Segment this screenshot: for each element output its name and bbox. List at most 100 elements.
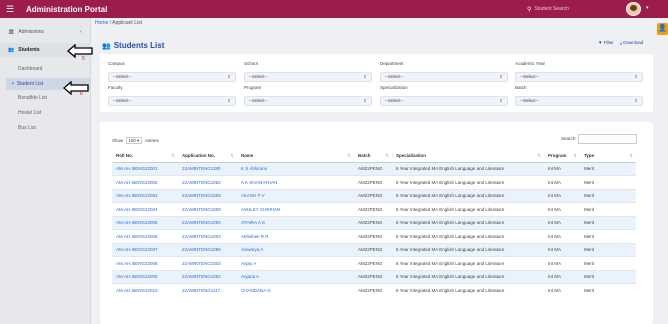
- table-row[interactable]: AM.AH.I5ENG22006 22AMINTENG1004 Abhishek R…: [112, 229, 636, 243]
- entries-label: entries: [145, 138, 159, 143]
- sidebar-item-label: Admissions: [18, 29, 44, 35]
- table-cell[interactable]: K S Abhirami: [237, 161, 354, 176]
- sidebar-item-dashboard[interactable]: Dashboard: [18, 66, 42, 72]
- table-cell[interactable]: ATHIRA A S: [237, 215, 354, 230]
- table-cell: 5 Year Integrated MA English Language an…: [392, 161, 544, 176]
- table-cell: 5 Year Integrated MA English Language an…: [392, 215, 544, 230]
- faculty-label: Faculty: [108, 85, 123, 90]
- select-arrows-icon: ⇕: [227, 98, 231, 103]
- table-cell[interactable]: AM.AH.I5ENG22004: [112, 202, 178, 216]
- table-cell: Int MA: [544, 202, 580, 216]
- table-cell[interactable]: 22AMINTENG1062: [178, 175, 237, 189]
- table-cell[interactable]: 22AMINTENG1086: [178, 242, 237, 257]
- user-add-button[interactable]: 👤: [657, 23, 668, 35]
- table-cell[interactable]: AM.AH.I5ENG22006: [112, 229, 178, 243]
- column-label: Batch: [358, 153, 371, 159]
- filter-button[interactable]: ▼ Filter: [598, 40, 614, 45]
- students-table: Roll No. ⇅ Application No. ⇅ Name ⇅ Batch ⇅ …: [112, 150, 636, 297]
- table-cell[interactable]: AM.AH.I5ENG22010: [112, 283, 178, 297]
- table-row[interactable]: AM.AH.I5ENG22005 22AMINTENG1090 ATHIRA A S…: [112, 215, 636, 230]
- table-cell[interactable]: AM.AH.I5ENG22002: [112, 175, 178, 189]
- table-cell: 5 Year Integrated MA English Language an…: [392, 202, 544, 216]
- program-select[interactable]: --Select-- ⇕: [244, 96, 372, 106]
- table-cell[interactable]: CHANDANA G: [237, 283, 354, 297]
- select-arrows-icon: ⇕: [634, 74, 638, 79]
- table-row[interactable]: AM.AH.I5ENG22004 22AMINTENG1008 ASHLEY CHE…: [112, 202, 636, 216]
- table-cell[interactable]: AM.AH.I5ENG22003: [112, 188, 178, 203]
- column-header-application-no[interactable]: Application No. ⇅: [178, 150, 237, 163]
- table-header-row: Roll No. ⇅ Application No. ⇅ Name ⇅ Batch ⇅ …: [112, 150, 636, 163]
- column-label: Roll No.: [116, 153, 133, 159]
- table-row[interactable]: AM.AH.I5ENG22002 22AMINTENG1062 A K SIVANA…: [112, 175, 636, 189]
- table-cell: 5 Year Integrated MA English Language an…: [392, 229, 544, 243]
- sidebar-item-bonafide-list[interactable]: Bonafide List: [18, 95, 47, 101]
- table-cell[interactable]: 22AMINTENG1003: [178, 256, 237, 270]
- table-row[interactable]: AM.AH.I5ENG22003 22AMINTENG1009 AKASH P VA…: [112, 188, 636, 203]
- select-arrows-icon: ⇕: [499, 74, 503, 79]
- table-cell[interactable]: Anjana A: [237, 269, 354, 284]
- department-select[interactable]: --Select-- ⇕: [380, 72, 508, 82]
- table-cell[interactable]: Abhishek R R: [237, 229, 354, 243]
- table-search-input[interactable]: [578, 134, 637, 144]
- annotation-arrow-5: [67, 44, 93, 58]
- download-button[interactable]: ⤓ Download: [620, 40, 643, 45]
- table-cell[interactable]: 22AMINTENG1009: [178, 188, 237, 203]
- table-cell[interactable]: 22AMINTENG1090: [178, 215, 237, 230]
- academic-year-select[interactable]: --Select-- ⇕: [515, 72, 643, 82]
- school-select[interactable]: --Select-- ⇕: [244, 72, 372, 82]
- sidebar-item-bus-list[interactable]: Bus List: [18, 125, 36, 131]
- batch-select[interactable]: --Select-- ⇕: [515, 96, 643, 106]
- table-cell[interactable]: 22AMINTENG1117: [178, 283, 237, 297]
- column-header-name[interactable]: Name ⇅: [237, 150, 354, 163]
- column-header-batch[interactable]: Batch ⇅: [354, 150, 392, 163]
- users-icon: 👥: [8, 47, 15, 53]
- faculty-select[interactable]: --Select-- ⇕: [108, 96, 236, 106]
- table-cell[interactable]: 22AMINTENG1004: [178, 229, 237, 243]
- table-cell: AM22PENG: [354, 283, 392, 297]
- search-label: Search:: [561, 136, 577, 141]
- column-header-specialization[interactable]: Specialization ⇅: [392, 150, 544, 163]
- table-cell[interactable]: Anjay A: [237, 256, 354, 270]
- avatar[interactable]: [626, 2, 641, 16]
- table-cell[interactable]: AM.AH.I5ENG22007: [112, 242, 178, 257]
- select-arrows-icon: ⇕: [363, 74, 367, 79]
- table-cell[interactable]: AM.AH.I5ENG22008: [112, 256, 178, 270]
- table-cell: Int MA: [544, 256, 580, 270]
- table-cell[interactable]: AM.AH.I5ENG22009: [112, 269, 178, 284]
- table-cell[interactable]: ASHLEY CHERIAN: [237, 202, 354, 216]
- table-cell[interactable]: AM.AH.I5ENG22005: [112, 215, 178, 230]
- table-cell[interactable]: 22AMINTENG1008: [178, 202, 237, 216]
- table-cell[interactable]: 22AMINTENG1054: [178, 269, 237, 284]
- specialization-select[interactable]: --Select-- ⇕: [380, 96, 508, 106]
- table-cell: AM22PENG: [354, 161, 392, 176]
- top-bar: ☰ Administration Portal ⚲ Student Search…: [0, 0, 668, 18]
- sidebar-item-hostel-list[interactable]: Hostel List: [18, 110, 41, 116]
- table-cell[interactable]: 22AMINTENG1180: [178, 161, 237, 176]
- search-icon: ⚲: [527, 6, 532, 13]
- breadcrumb-home[interactable]: Home: [95, 20, 108, 26]
- column-label: Application No.: [182, 153, 215, 159]
- menu-icon[interactable]: ☰: [6, 4, 22, 14]
- column-header-roll-no[interactable]: Roll No. ⇅: [112, 150, 178, 163]
- table-cell[interactable]: Aiswarya A: [237, 242, 354, 257]
- column-header-program[interactable]: Program ⇅: [544, 150, 580, 163]
- table-row[interactable]: AM.AH.I5ENG22008 22AMINTENG1003 Anjay A AM2…: [112, 256, 636, 270]
- table-cell: Merit: [580, 256, 636, 270]
- table-cell[interactable]: AM.AH.I5ENG22001: [112, 161, 178, 176]
- table-cell[interactable]: AKASH P V: [237, 188, 354, 203]
- campus-select[interactable]: --Select-- ⇕: [108, 72, 236, 82]
- student-search[interactable]: ⚲ Student Search: [527, 4, 605, 14]
- table-row[interactable]: AM.AH.I5ENG22010 22AMINTENG1117 CHANDANA G…: [112, 283, 636, 297]
- chevron-down-icon[interactable]: ▾: [646, 5, 649, 11]
- entries-select[interactable]: 100 ▾: [126, 137, 143, 144]
- sidebar-item-admissions[interactable]: 🏛 Admissions ‹: [0, 25, 91, 39]
- column-header-type[interactable]: Type ⇅: [580, 150, 636, 163]
- table-row[interactable]: AM.AH.I5ENG22001 22AMINTENG1180 K S Abhira…: [112, 161, 636, 176]
- table-cell: Merit: [580, 242, 636, 257]
- table-row[interactable]: AM.AH.I5ENG22009 22AMINTENG1054 Anjana A AM…: [112, 269, 636, 284]
- sort-icon: ⇅: [629, 153, 633, 158]
- table-cell[interactable]: A K SIVANATHAN: [237, 175, 354, 189]
- campus-label: Campus: [108, 61, 125, 66]
- download-icon: ⤓: [620, 40, 622, 45]
- table-row[interactable]: AM.AH.I5ENG22007 22AMINTENG1086 Aiswarya A…: [112, 242, 636, 257]
